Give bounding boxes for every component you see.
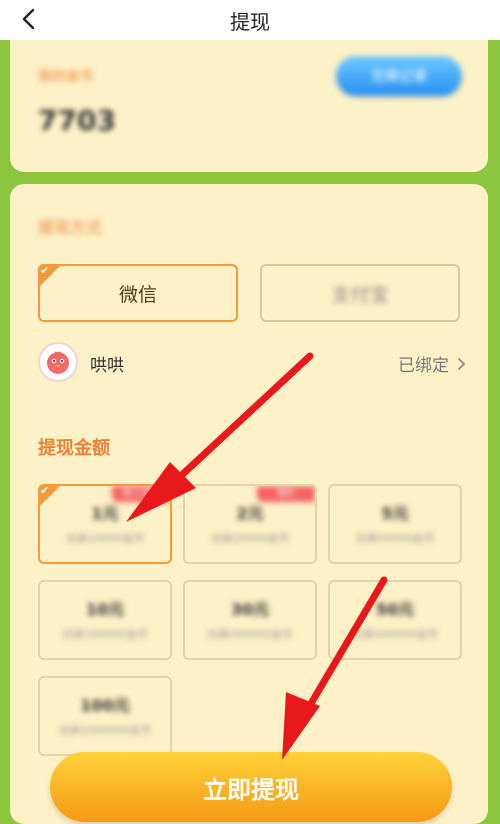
option-amount: 5元: [381, 504, 409, 523]
option-amount: 10元: [85, 600, 125, 619]
method-wechat-label: 微信: [118, 283, 157, 306]
bird-avatar-icon: [47, 351, 69, 374]
amount-option[interactable]: 10元 兑换100000金币: [38, 580, 172, 660]
option-sub: 兑换1000000金币: [58, 724, 152, 737]
coins-value: 7703: [38, 104, 116, 137]
option-amount: 100元: [80, 696, 130, 715]
amount-option[interactable]: 限时 2元 兑换20000金币: [183, 484, 317, 564]
top-bar: 提现: [0, 0, 500, 40]
amount-option[interactable]: 50元 兑换500000金币: [328, 580, 462, 660]
withdraw-button[interactable]: 立即提现: [50, 752, 452, 822]
option-sub: 兑换300000金币: [207, 628, 293, 641]
account-row[interactable]: 哄哄 已绑定: [38, 342, 468, 382]
page-title: 提现: [230, 9, 270, 34]
option-sub: 兑换10000金币: [65, 532, 145, 545]
chevron-right-icon: [458, 357, 465, 370]
exchange-record-button[interactable]: 兑换记录: [336, 56, 462, 96]
amount-option[interactable]: 100元 兑换1000000金币: [38, 676, 172, 756]
coins-label: 我的金币: [38, 69, 94, 85]
withdraw-card: 提现方式 ✔ 微信 支付宝 哄哄 已绑定 提现金额 ✔ 新人专享 1元 兑换10…: [10, 184, 488, 824]
amount-title: 提现金额: [38, 438, 110, 459]
chevron-left-icon: [22, 8, 35, 30]
option-sub: 兑换500000金币: [352, 628, 438, 641]
option-amount: 1元: [91, 504, 119, 523]
option-sub: 兑换50000金币: [355, 532, 435, 545]
amount-option[interactable]: ✔ 新人专享 1元 兑换10000金币: [38, 484, 172, 564]
method-title: 提现方式: [38, 218, 103, 237]
bound-status-label: 已绑定: [398, 356, 449, 376]
option-sub: 兑换100000金币: [62, 628, 148, 641]
bound-status[interactable]: 已绑定: [398, 351, 466, 376]
option-amount: 50元: [375, 600, 415, 619]
option-sub: 兑换20000金币: [210, 532, 290, 545]
method-alipay[interactable]: 支付宝: [260, 264, 460, 322]
method-wechat[interactable]: ✔ 微信: [38, 264, 238, 322]
selected-check-icon: ✔: [38, 264, 62, 288]
option-amount: 30元: [230, 600, 270, 619]
option-amount: 2元: [236, 504, 264, 523]
account-name: 哄哄: [90, 356, 124, 376]
amount-option[interactable]: 30元 兑换300000金币: [183, 580, 317, 660]
amount-option[interactable]: 5元 兑换50000金币: [328, 484, 462, 564]
avatar: [38, 342, 78, 382]
method-alipay-label: 支付宝: [331, 283, 389, 306]
coins-card: 我的金币 7703 兑换记录: [10, 40, 488, 172]
back-button[interactable]: [14, 4, 44, 34]
